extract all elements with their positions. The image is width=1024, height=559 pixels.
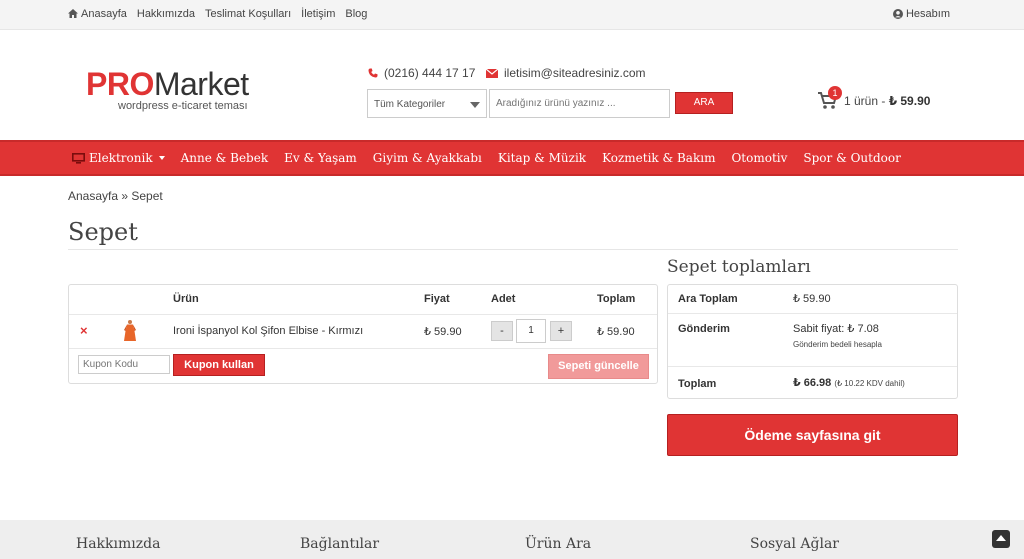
nav-item-home-living[interactable]: Ev & Yaşam	[284, 151, 357, 165]
logo-tagline: wordpress e-ticaret teması	[118, 100, 248, 112]
shipping-value: Sabit fiyat: ₺ 7.08	[793, 323, 879, 335]
col-header-qty: Adet	[491, 293, 516, 305]
account-link[interactable]: Hesabım	[892, 8, 950, 20]
shipping-label: Gönderim	[678, 323, 730, 335]
total-tax-note: (₺ 10.22 KDV dahil)	[834, 379, 905, 388]
total-label: Toplam	[678, 378, 717, 390]
footer-heading-links: Bağlantılar	[300, 536, 380, 552]
chevron-down-icon	[470, 102, 480, 108]
scroll-top-icon[interactable]	[992, 530, 1010, 548]
email-address: iletisim@siteadresiniz.com	[504, 66, 646, 80]
logo-pro: PRO	[86, 66, 154, 102]
nav-item-clothing[interactable]: Giyim & Ayakkabı	[373, 151, 482, 165]
qty-increase-button[interactable]: +	[550, 321, 572, 341]
row-divider	[668, 366, 957, 367]
phone-icon	[368, 68, 378, 78]
apply-coupon-button[interactable]: Kupon kullan	[173, 354, 265, 376]
coupon-input[interactable]	[78, 355, 170, 374]
line-total: ₺ 59.90	[597, 326, 635, 338]
site-logo[interactable]: PROMarket wordpress e-ticaret teması	[86, 66, 249, 112]
user-icon	[892, 9, 903, 19]
footer-heading-social: Sosyal Ağlar	[750, 536, 839, 552]
qty-input[interactable]: 1	[516, 319, 546, 343]
footer-heading-about: Hakkımızda	[76, 536, 161, 552]
category-select-value: Tüm Kategoriler	[374, 99, 446, 110]
cart-summary-total: ₺ 59.90	[888, 94, 931, 108]
col-header-product: Ürün	[173, 293, 199, 305]
breadcrumb[interactable]: Anasayfa » Sepet	[68, 189, 163, 203]
checkout-button[interactable]: Ödeme sayfasına git	[667, 414, 958, 456]
update-cart-button[interactable]: Sepeti güncelle	[548, 354, 649, 379]
envelope-icon	[486, 68, 498, 78]
cart-count-badge: 1	[828, 86, 842, 100]
cart-table: Ürün Fiyat Adet Toplam × Ironi İspanyol …	[68, 284, 658, 384]
nav-item-mother-baby[interactable]: Anne & Bebek	[181, 151, 269, 165]
header-cart[interactable]: 1 1 ürün - ₺ 59.90	[818, 86, 930, 110]
cart-icon-wrap: 1	[818, 86, 842, 110]
nav-item-automotive[interactable]: Otomotiv	[731, 151, 787, 165]
search-input[interactable]	[489, 89, 670, 118]
cart-totals-box: Ara Toplam ₺ 59.90 Gönderim Sabit fiyat:…	[667, 284, 958, 399]
top-nav-delivery[interactable]: Teslimat Koşulları	[205, 8, 291, 20]
product-thumbnail[interactable]	[123, 319, 137, 343]
top-nav-contact[interactable]: İletişim	[301, 8, 335, 20]
nav-item-electronics-label: Elektronik	[89, 151, 153, 165]
total-value: ₺ 66.98	[793, 377, 832, 389]
col-header-price: Fiyat	[424, 293, 450, 305]
top-nav-home[interactable]: Anasayfa	[68, 8, 127, 20]
footer-heading-search: Ürün Ara	[525, 536, 592, 552]
email-contact: iletisim@siteadresiniz.com	[486, 66, 646, 80]
remove-item-button[interactable]: ×	[80, 323, 88, 338]
row-divider	[69, 348, 657, 349]
chevron-down-icon	[158, 156, 165, 160]
nav-item-books-music[interactable]: Kitap & Müzik	[498, 151, 586, 165]
top-nav-about[interactable]: Hakkımızda	[137, 8, 195, 20]
logo-market: Market	[153, 66, 249, 102]
top-nav-home-label: Anasayfa	[81, 8, 127, 20]
top-bar: Anasayfa Hakkımızda Teslimat Koşulları İ…	[0, 0, 1024, 30]
footer: Hakkımızda Bağlantılar Ürün Ara Sosyal A…	[0, 520, 1024, 559]
main-nav: Elektronik Anne & Bebek Ev & Yaşam Giyim…	[0, 140, 1024, 176]
product-price: ₺ 59.90	[424, 326, 462, 338]
qty-decrease-button[interactable]: -	[491, 321, 513, 341]
cart-summary-text: 1 ürün -	[844, 94, 889, 108]
cart-totals-title: Sepet toplamları	[667, 257, 811, 277]
col-header-total: Toplam	[597, 293, 636, 305]
page-title: Sepet	[68, 218, 138, 246]
shipping-calculator-link[interactable]: Gönderim bedeli hesapla	[793, 340, 882, 349]
total-value-wrap: ₺ 66.98 (₺ 10.22 KDV dahil)	[793, 376, 905, 389]
account-label: Hesabım	[905, 8, 950, 20]
row-divider	[69, 314, 657, 315]
home-icon	[68, 9, 78, 18]
subtotal-value: ₺ 59.90	[793, 293, 831, 305]
row-divider	[668, 313, 957, 314]
cart-summary: 1 ürün - ₺ 59.90	[844, 94, 930, 108]
subtotal-label: Ara Toplam	[678, 293, 738, 305]
top-nav: Anasayfa Hakkımızda Teslimat Koşulları İ…	[68, 8, 367, 20]
category-select[interactable]: Tüm Kategoriler	[367, 89, 487, 118]
top-nav-blog[interactable]: Blog	[345, 8, 367, 20]
monitor-icon	[72, 152, 85, 164]
title-divider	[68, 249, 958, 250]
nav-item-sports[interactable]: Spor & Outdoor	[803, 151, 900, 165]
phone-contact: (0216) 444 17 17	[368, 66, 475, 80]
search-button[interactable]: ARA	[675, 92, 733, 114]
nav-item-cosmetics[interactable]: Kozmetik & Bakım	[602, 151, 715, 165]
nav-item-electronics[interactable]: Elektronik	[72, 151, 165, 165]
product-name-link[interactable]: Ironi İspanyol Kol Şifon Elbise - Kırmız…	[173, 325, 363, 337]
phone-number: (0216) 444 17 17	[384, 66, 476, 80]
